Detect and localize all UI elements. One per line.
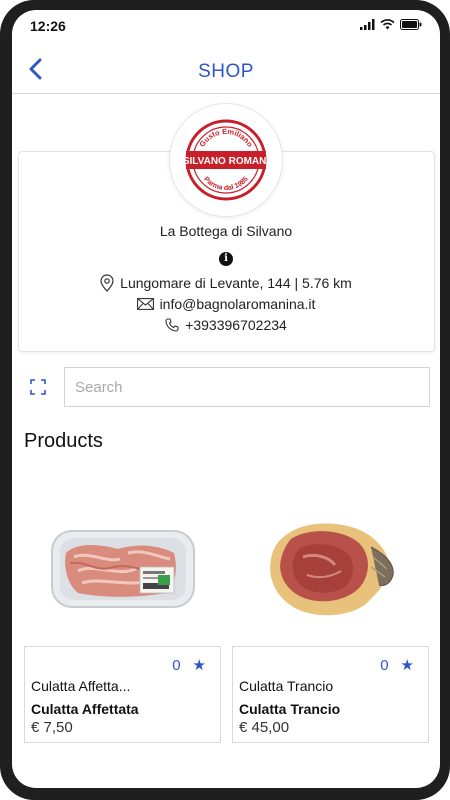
product-price: € 7,50	[31, 719, 73, 736]
product-name: Culatta Trancio	[239, 701, 341, 717]
star-icon: ★	[400, 657, 414, 674]
shop-phone[interactable]: +393396702234	[12, 317, 440, 333]
product-title: Culatta Trancio	[239, 678, 334, 694]
shop-phone-text: +393396702234	[185, 317, 287, 333]
phone-icon	[165, 318, 179, 332]
product-image-ham-piece[interactable]	[248, 498, 410, 638]
products-heading: Products	[24, 430, 103, 452]
scan-button[interactable]	[30, 379, 46, 395]
ham-piece-image	[270, 523, 394, 616]
shop-address-text: Lungomare di Levante, 144 | 5.76 km	[120, 275, 352, 291]
rating-count: 0	[380, 656, 389, 674]
shop-name: La Bottega di Silvano	[159, 223, 293, 239]
product-card[interactable]: 0 ★ Culatta Trancio Culatta Trancio € 45…	[232, 646, 429, 743]
product-rating: 0 ★	[380, 656, 414, 675]
product-image-sliced-ham[interactable]	[42, 498, 204, 638]
page-title: SHOP	[198, 61, 254, 82]
signal-icon	[360, 19, 375, 30]
envelope-icon	[136, 298, 154, 310]
product-title: Culatta Affetta...	[31, 678, 131, 694]
status-time: 12:26	[30, 18, 66, 34]
wifi-icon	[380, 19, 395, 30]
product-rating: 0 ★	[172, 656, 206, 675]
star-icon: ★	[192, 657, 206, 674]
search-input[interactable]	[64, 367, 430, 407]
phone-frame: 12:26 SHOP Gusto Emiliano Parma dal 1985…	[0, 0, 450, 800]
shop-logo: Gusto Emiliano Parma dal 1985 SILVANO RO…	[169, 103, 283, 217]
app-screen: 12:26 SHOP Gusto Emiliano Parma dal 1985…	[12, 10, 440, 788]
shop-logo-image: Gusto Emiliano Parma dal 1985 SILVANO RO…	[184, 119, 268, 201]
logo-main-text: SILVANO ROMANI	[184, 156, 268, 167]
status-icons	[360, 19, 422, 30]
product-card[interactable]: 0 ★ Culatta Affetta... Culatta Affettata…	[24, 646, 221, 743]
sliced-ham-tray-image	[51, 530, 195, 608]
shop-email[interactable]: info@bagnolaromanina.it	[12, 296, 440, 312]
product-price: € 45,00	[239, 719, 290, 736]
scan-icon	[30, 379, 46, 395]
app-header: SHOP	[12, 44, 440, 94]
status-bar: 12:26	[12, 10, 440, 42]
shop-address[interactable]: Lungomare di Levante, 144 | 5.76 km	[12, 274, 440, 292]
battery-icon	[400, 19, 422, 30]
location-pin-icon	[100, 274, 114, 292]
product-name: Culatta Affettata	[31, 701, 139, 717]
rating-count: 0	[172, 656, 181, 674]
shop-email-text: info@bagnolaromanina.it	[159, 296, 316, 312]
info-icon[interactable]: i	[219, 252, 233, 266]
